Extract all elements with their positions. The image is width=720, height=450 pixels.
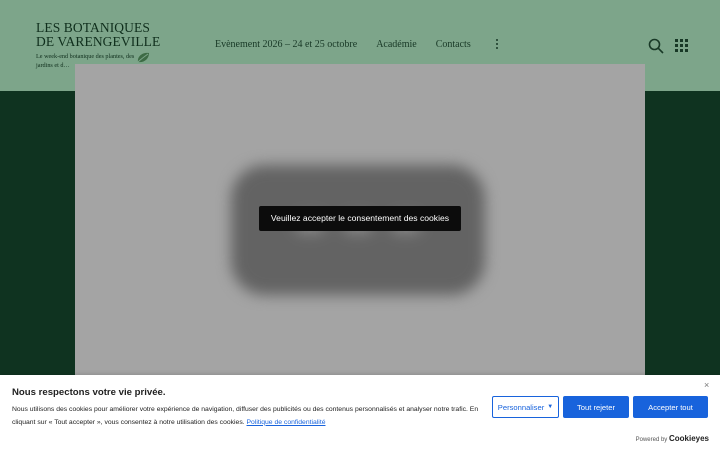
main-nav: Evènement 2026 – 24 et 25 octobre Académ…	[215, 38, 502, 50]
cookie-description: Nous utilisons des cookies pour améliore…	[12, 406, 479, 426]
cookie-banner-text: Nous utilisons des cookies pour améliore…	[12, 404, 490, 429]
consent-required-message: Veuillez accepter le consentement des co…	[259, 206, 461, 231]
privacy-policy-link[interactable]: Politique de confidentialité	[247, 419, 326, 426]
powered-by[interactable]: Powered by Cookieyes	[633, 434, 709, 443]
grid-apps-icon[interactable]	[675, 39, 688, 52]
cookie-banner-title: Nous respectons votre vie privée.	[12, 387, 166, 398]
powered-by-label: Powered by	[635, 437, 668, 443]
search-icon[interactable]	[648, 38, 664, 54]
close-icon[interactable]: ×	[704, 381, 709, 390]
customize-button-label: Personnaliser	[497, 402, 545, 412]
nav-item-academy[interactable]: Académie	[376, 39, 417, 50]
nav-item-contacts[interactable]: Contacts	[436, 39, 471, 50]
logo-title-line2: DE VARENGEVILLE	[36, 34, 161, 49]
accept-all-button[interactable]: Accepter tout	[633, 396, 708, 418]
nav-item-event[interactable]: Evènement 2026 – 24 et 25 octobre	[215, 39, 357, 50]
site-logo[interactable]: LES BOTANIQUES DE VARENGEVILLE Le week-e…	[36, 21, 166, 70]
cookieyes-brand: Cookieyes	[668, 434, 709, 443]
logo-title-line1: LES BOTANIQUES	[36, 20, 150, 35]
leaf-logo-icon	[137, 52, 149, 63]
cookie-banner: × Nous respectons votre vie privée. Nous…	[0, 375, 720, 450]
caret-down-icon: ▼	[547, 404, 554, 410]
more-vertical-icon[interactable]	[492, 38, 502, 50]
reject-all-button[interactable]: Tout rejeter	[563, 396, 629, 418]
customize-button[interactable]: Personnaliser ▼	[492, 396, 559, 418]
